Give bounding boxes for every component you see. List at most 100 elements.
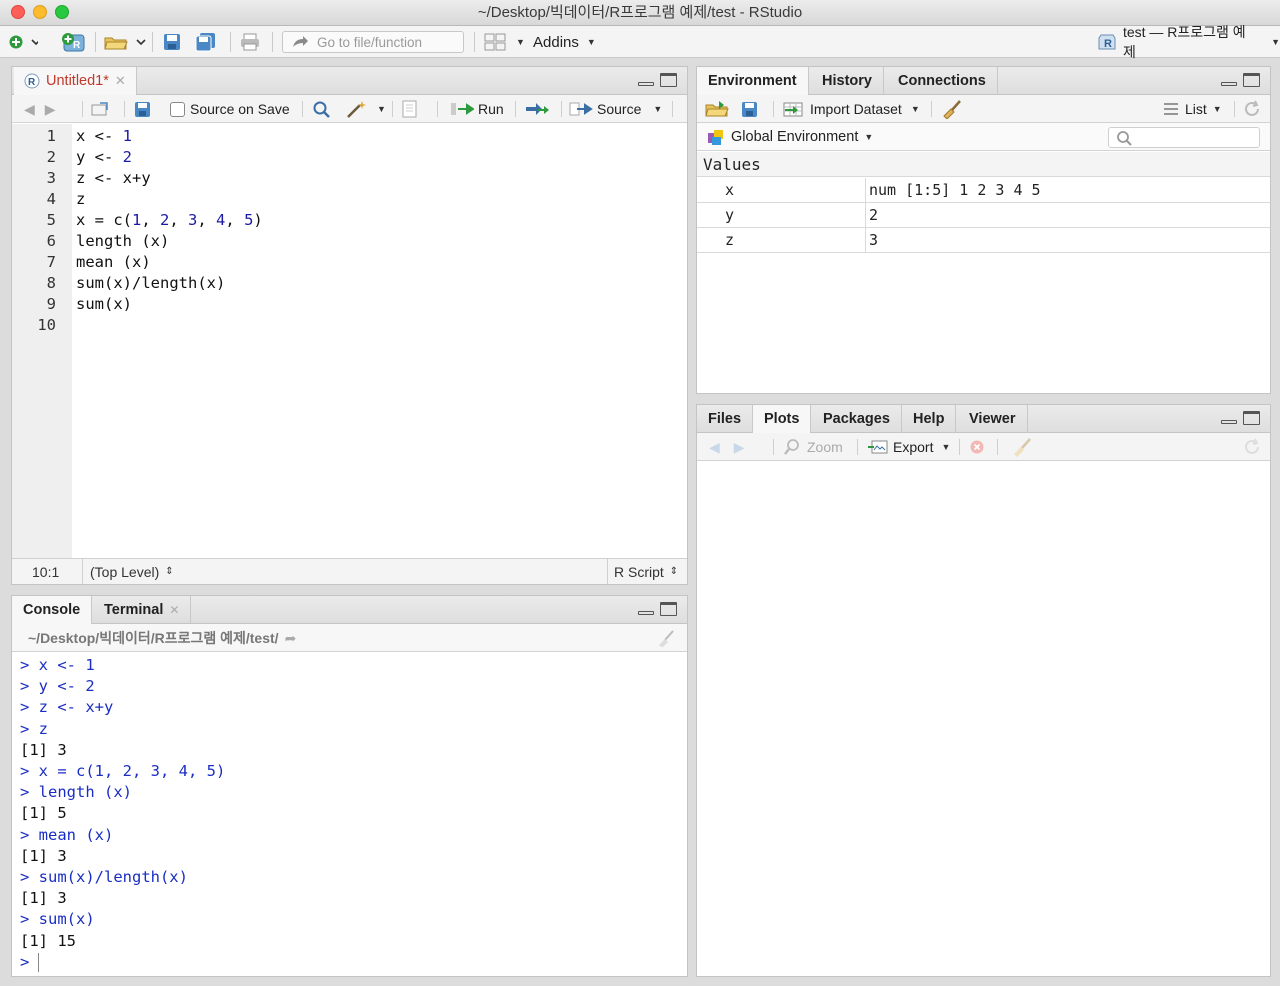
minimize-pane-button[interactable] [638,82,654,86]
maximize-pane-button[interactable] [1243,411,1260,425]
clear-console-button[interactable] [655,624,677,652]
save-workspace-button[interactable] [741,95,758,123]
environment-search-input[interactable] [1108,127,1260,148]
close-tab-icon[interactable]: ✕ [115,73,126,89]
minimize-pane-button[interactable] [1221,82,1237,86]
tab-history-label: History [822,73,872,89]
maximize-pane-button[interactable] [660,73,677,87]
load-workspace-button[interactable] [705,95,731,123]
console-input-line: > [20,952,39,971]
save-icon [742,101,757,117]
code-line[interactable]: 3 z <- x+y [12,168,687,189]
console-input-line: > z [20,719,48,738]
environment-tabstrip: Environment History Connections [697,67,1270,95]
code-text: mean (x) [76,253,151,271]
addins-menu[interactable]: Addins ▼ [533,26,596,58]
checkbox-icon[interactable] [170,101,185,117]
broom-icon [659,630,674,647]
editor-statusbar: 10:1 (Top Level) ⇕ R Script ⇕ [12,558,687,584]
export-menu[interactable]: Export ▼ [867,433,950,461]
maximize-pane-button[interactable] [660,602,677,616]
tab-plots[interactable]: Plots [753,405,812,433]
environment-scopebar: Global Environment ▼ [697,123,1270,151]
tab-connections[interactable]: Connections [887,67,998,95]
environment-scope-menu[interactable]: Global Environment ▼ [707,123,873,151]
code-line[interactable]: 10 [12,315,687,336]
code-line[interactable]: 8 sum(x)/length(x) [12,273,687,294]
minimize-pane-button[interactable] [1221,420,1237,424]
working-directory-path: ~/Desktop/빅데이터/R프로그램 예제/test/ [28,630,279,646]
workspace-panes-button[interactable]: ▼ [484,26,525,58]
code-line[interactable]: 6 length (x) [12,231,687,252]
maximize-pane-button[interactable] [1243,73,1260,87]
new-project-button[interactable]: R [60,26,86,58]
code-line[interactable]: 1 x <- 1 [12,126,687,147]
code-line[interactable]: 9 sum(x) [12,294,687,315]
minimize-pane-button[interactable] [638,611,654,615]
previous-plot-icon[interactable]: ◀ [709,439,720,456]
console-output[interactable]: > x <- 1 > y <- 2 > z <- x+y > z [1] 3 > x = … [12,653,687,976]
import-dataset-button[interactable]: Import Dataset ▼ [783,95,920,123]
tab-terminal[interactable]: Terminal ✕ [93,596,192,624]
save-all-icon [195,33,215,52]
plot-viewer-area [697,461,1270,976]
project-menu[interactable]: R test — R프로그램 예제 ▼ [1098,24,1280,60]
tab-environment[interactable]: Environment [697,67,809,95]
compile-report-button[interactable] [400,95,418,123]
show-in-window-button[interactable] [90,95,110,123]
code-line[interactable]: 5 x = c(1, 2, 3, 4, 5) [12,210,687,231]
tab-untitled1[interactable]: R Untitled1* ✕ [14,67,137,95]
go-to-file-input[interactable]: Go to file/function [282,31,464,53]
back-arrow-icon[interactable]: ◀ [24,101,35,118]
filetype-selector[interactable]: R Script ⇕ [614,559,678,584]
broom-icon [943,100,961,119]
scope-selector[interactable]: (Top Level) ⇕ [90,559,174,584]
environment-row[interactable]: x num [1:5] 1 2 3 4 5 [697,178,1270,203]
tab-packages[interactable]: Packages [812,405,902,433]
minimize-window-button[interactable] [33,5,47,19]
code-tools-button[interactable]: ▼ [345,95,386,123]
environment-row[interactable]: y2 [697,203,1270,228]
close-tab-icon[interactable]: ✕ [169,603,179,617]
run-button[interactable]: Run [450,95,504,123]
save-button[interactable] [163,26,181,58]
refresh-icon [1245,438,1259,454]
forward-arrow-icon[interactable]: ▶ [45,101,56,118]
tab-help[interactable]: Help [902,405,957,433]
goto-directory-icon[interactable]: ➦ [285,630,297,647]
view-mode-menu[interactable]: List ▼ [1163,95,1222,123]
tab-files[interactable]: Files [697,405,754,433]
code-line[interactable]: 7 mean (x) [12,252,687,273]
refresh-environment-button[interactable] [1242,95,1262,123]
clear-workspace-button[interactable] [941,95,963,123]
next-plot-icon[interactable]: ▶ [734,439,745,456]
tab-history[interactable]: History [811,67,884,95]
code-line[interactable]: 2 y <- 2 [12,147,687,168]
remove-plot-button[interactable] [969,433,985,461]
save-all-button[interactable] [195,26,217,58]
tab-files-label: Files [708,411,742,427]
source-button[interactable]: Source ▼ [569,95,662,123]
code-editor[interactable]: 1x <- 12y <- 23z <- x+y 4 z 5 x = c(1, 2, 3,… [12,124,687,558]
zoom-button[interactable]: Zoom [783,433,843,461]
save-file-button[interactable] [134,95,151,123]
environment-row[interactable]: z3 [697,228,1270,253]
source-on-save-checkbox[interactable]: Source on Save [170,95,290,123]
print-button[interactable] [240,26,260,58]
tab-viewer[interactable]: Viewer [958,405,1028,433]
new-file-button[interactable] [8,26,38,58]
open-file-button[interactable] [104,26,146,58]
line-number: 7 [46,253,56,271]
tab-console[interactable]: Console [12,596,93,624]
chevron-down-icon: ▼ [516,37,525,47]
rerun-button[interactable] [524,95,550,123]
close-window-button[interactable] [11,5,25,19]
refresh-plot-button[interactable] [1242,433,1262,461]
zoom-label: Zoom [807,439,843,455]
code-line[interactable]: 4z [12,189,687,210]
find-replace-button[interactable] [312,95,332,123]
go-to-placeholder: Go to file/function [317,34,423,50]
zoom-window-button[interactable] [55,5,69,19]
working-directory[interactable]: ~/Desktop/빅데이터/R프로그램 예제/test/ ➦ [28,624,296,652]
clear-plots-button[interactable] [1011,433,1033,461]
